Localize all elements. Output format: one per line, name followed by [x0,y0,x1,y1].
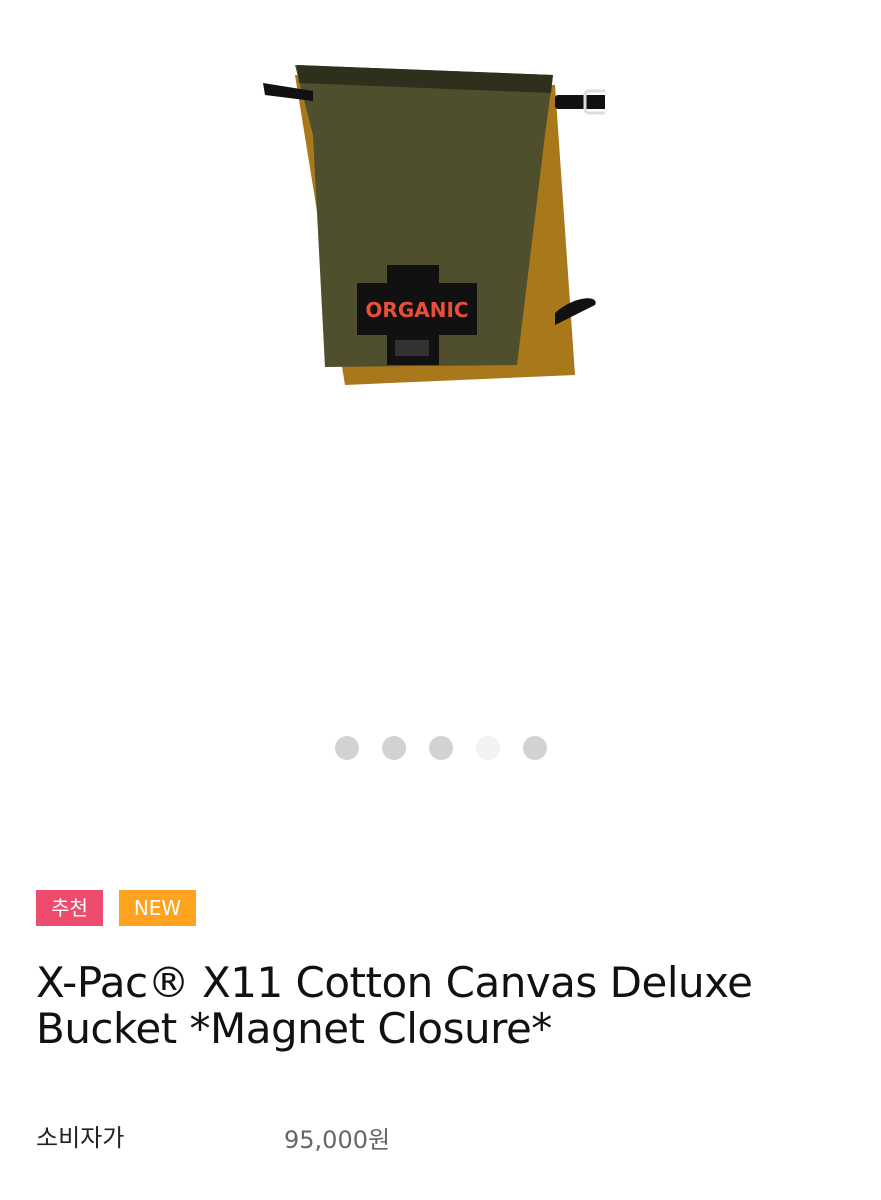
carousel-dot-3[interactable] [428,736,453,760]
carousel-dot-1[interactable] [334,736,359,760]
price-row: 소비자가 95,000원 [36,1118,856,1154]
price-label: 소비자가 [36,1124,125,1152]
product-badges: 추천 NEW [36,890,196,926]
product-photo: ORGANIC [263,65,605,385]
badge-new: NEW [119,890,196,926]
price-value: 95,000원 [284,1126,391,1154]
badge-recommend: 추천 [36,890,103,926]
carousel-dot-2[interactable] [381,736,406,760]
carousel-dot-5[interactable] [522,736,547,760]
carousel-dots [0,736,881,760]
product-title: X-Pac® X11 Cotton Canvas Deluxe Bucket *… [36,958,753,1053]
brand-logo: ORGANIC [365,298,468,322]
product-image-carousel[interactable]: ORGANIC [0,0,881,720]
product-detail-page: ORGANIC 추천 NEW X-Pac® X11 Cotton Canvas … [0,0,881,1200]
carousel-dot-4[interactable] [475,736,500,760]
